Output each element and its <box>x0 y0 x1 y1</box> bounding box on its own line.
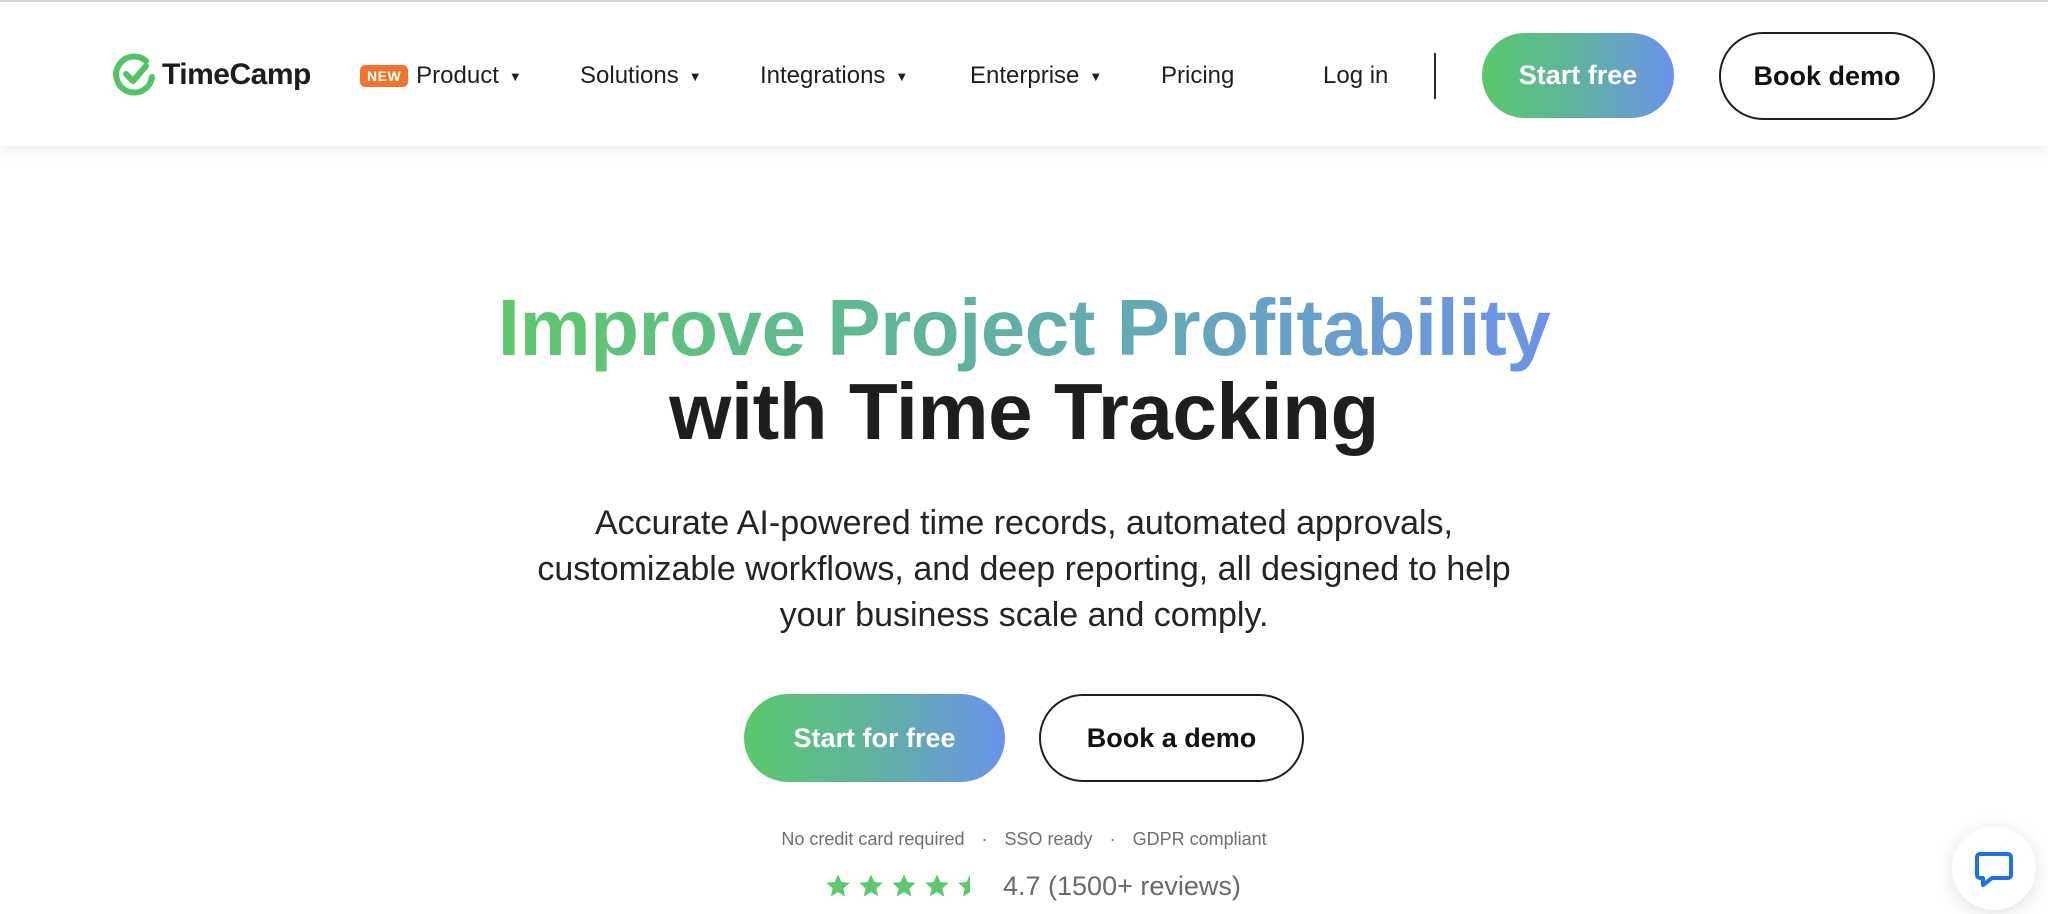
nav-divider <box>1434 53 1436 99</box>
nav-enterprise[interactable]: Enterprise ▼ <box>970 58 1102 94</box>
trust-separator: · <box>1109 829 1116 849</box>
rating-stars <box>824 872 989 900</box>
book-a-demo-button[interactable]: Book a demo <box>1039 694 1304 782</box>
start-free-button[interactable]: Start free <box>1482 33 1674 118</box>
book-demo-button[interactable]: Book demo <box>1719 32 1935 120</box>
trust-gdpr: GDPR compliant <box>1132 829 1267 849</box>
star-full-icon <box>925 874 949 897</box>
nav-integrations[interactable]: Integrations ▼ <box>760 58 908 94</box>
timecamp-logo-icon <box>113 53 155 96</box>
hero-title-rest: with Time Tracking <box>669 367 1379 456</box>
star-full-icon <box>859 874 883 897</box>
login-link[interactable]: Log in <box>1323 58 1388 94</box>
trust-badges: No credit card required · SSO ready · GD… <box>0 829 2048 850</box>
caret-down-icon: ▼ <box>688 68 702 84</box>
nav-integrations-label: Integrations <box>760 62 886 89</box>
nav-enterprise-label: Enterprise <box>970 62 1080 89</box>
nav-product-label: Product <box>416 62 499 89</box>
nav-pricing[interactable]: Pricing <box>1161 58 1234 94</box>
new-badge: NEW <box>360 65 409 87</box>
caret-down-icon: ▼ <box>1089 68 1103 84</box>
trust-no-credit-card: No credit card required <box>781 829 965 849</box>
chat-widget-button[interactable] <box>1952 826 2036 910</box>
nav-solutions[interactable]: Solutions ▼ <box>580 58 702 94</box>
star-half-icon <box>958 874 970 897</box>
logo-text: TimeCamp <box>162 58 311 91</box>
chat-bubble-icon <box>1975 852 2013 887</box>
trust-sso: SSO ready <box>1004 829 1093 849</box>
caret-down-icon: ▼ <box>895 68 909 84</box>
trust-separator: · <box>981 829 988 849</box>
start-for-free-button[interactable]: Start for free <box>744 694 1005 782</box>
hero-title-highlight-text: Improve Project Profitability <box>497 283 1551 372</box>
rating: 4.7 (1500+ reviews) <box>824 868 1241 904</box>
timecamp-logo[interactable]: TimeCamp <box>112 52 311 98</box>
star-full-icon <box>892 874 916 897</box>
login-label: Log in <box>1323 62 1389 89</box>
nav-solutions-label: Solutions <box>580 62 679 89</box>
rating-text: 4.7 (1500+ reviews) <box>1003 870 1241 901</box>
site-header: TimeCamp NEW Product ▼ Solutions ▼ Integ… <box>0 2 2048 146</box>
nav-product[interactable]: NEW Product ▼ <box>360 58 522 94</box>
star-full-icon <box>826 874 850 897</box>
caret-down-icon: ▼ <box>508 68 522 84</box>
nav-pricing-label: Pricing <box>1161 62 1235 89</box>
hero-subtitle: Accurate AI-powered time records, automa… <box>537 504 1511 634</box>
